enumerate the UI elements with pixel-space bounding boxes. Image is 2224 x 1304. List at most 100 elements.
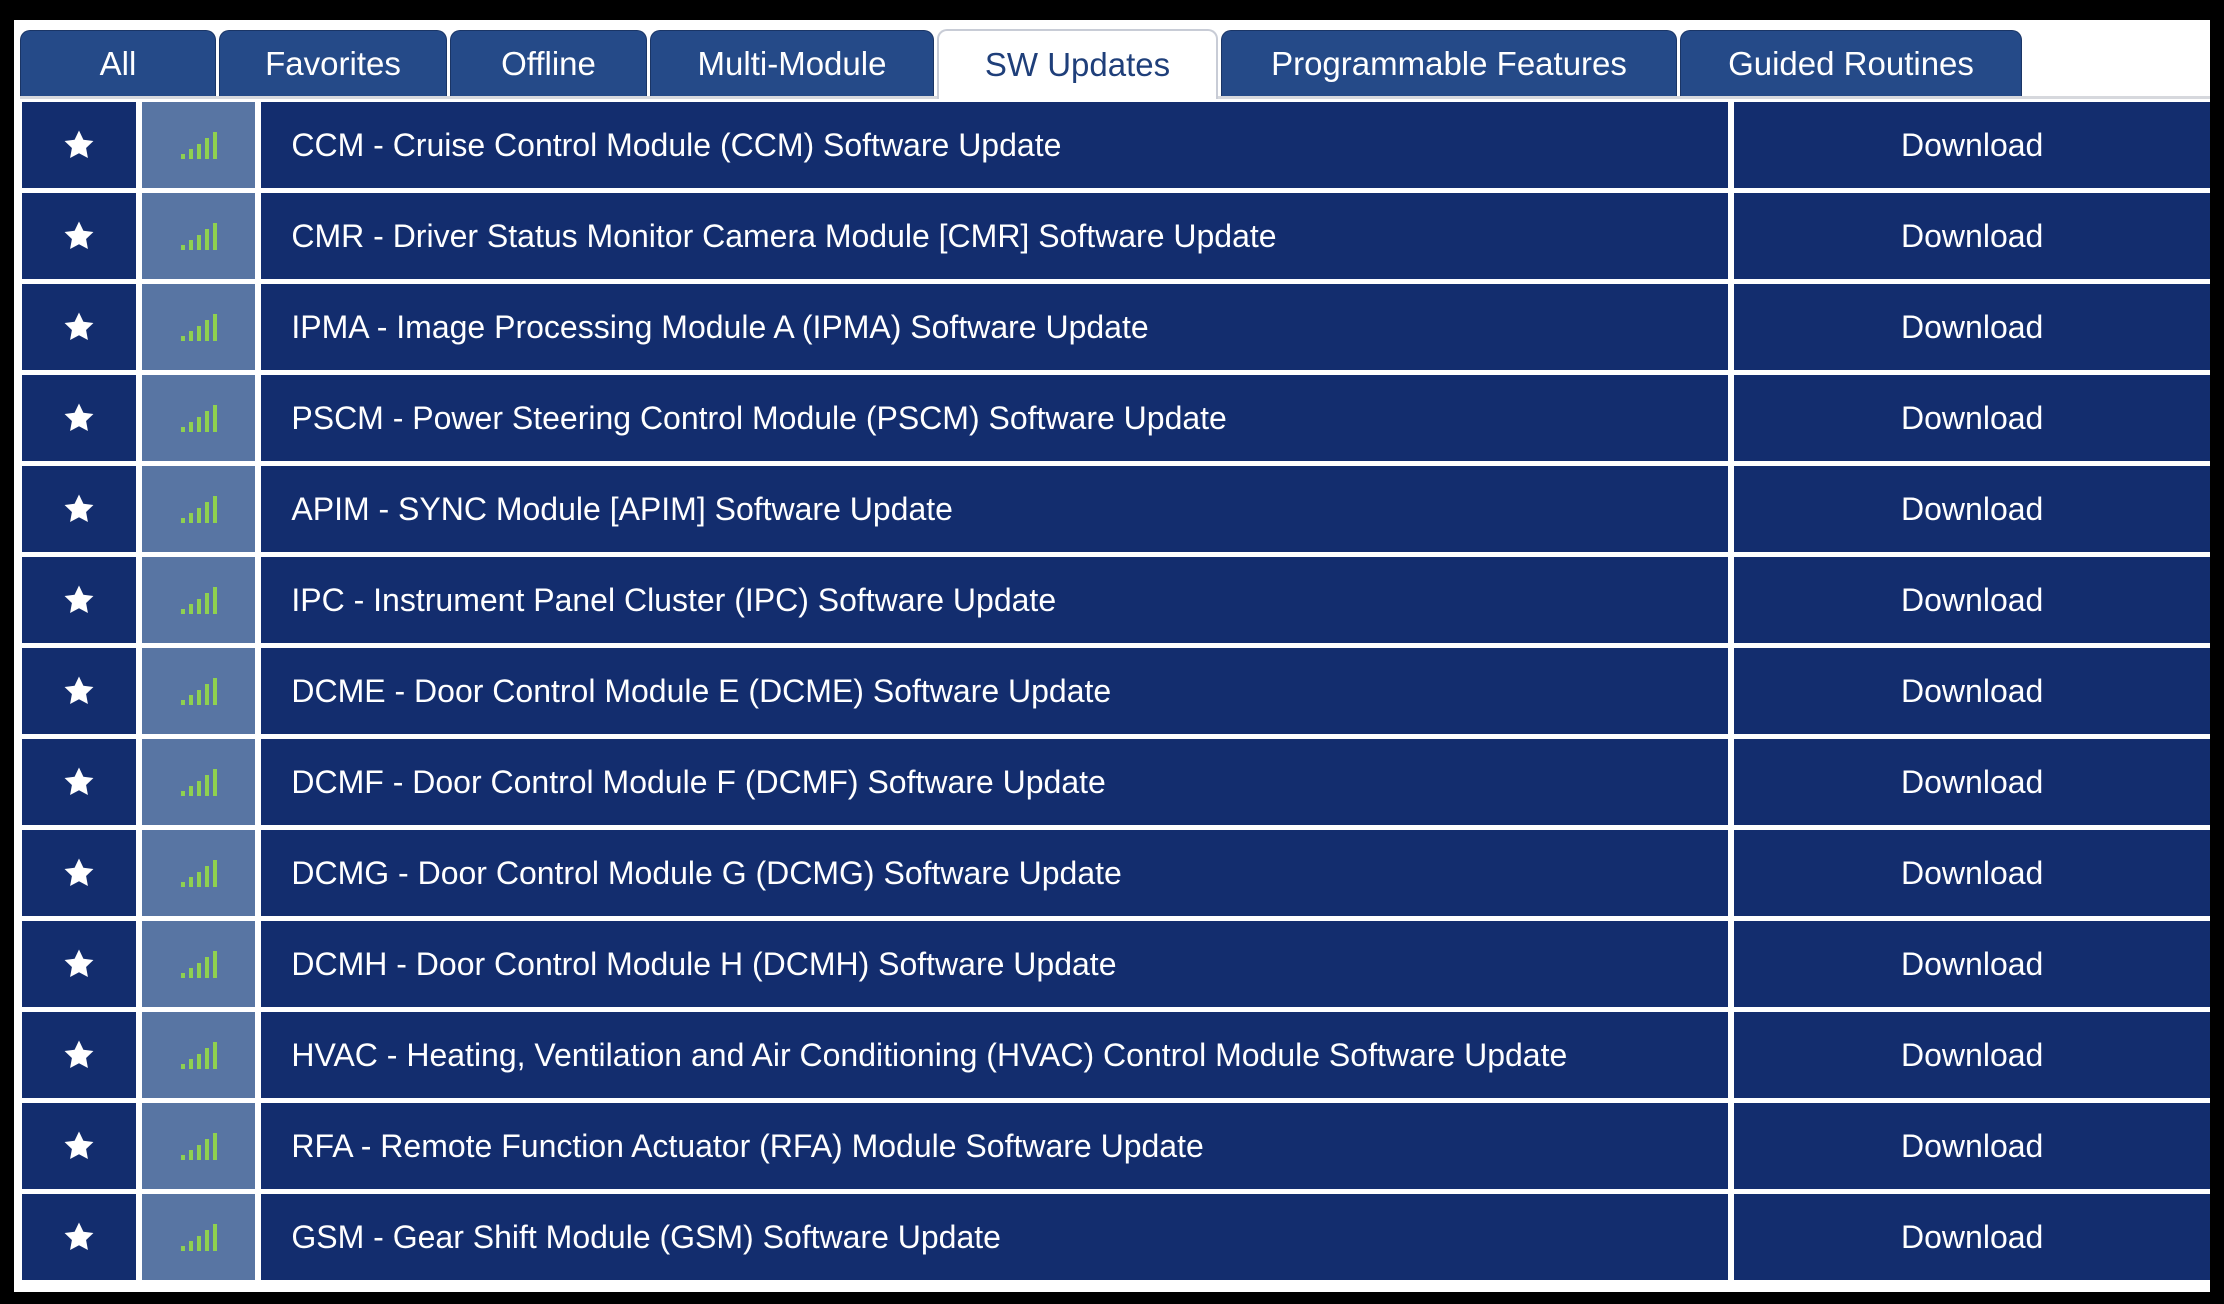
- signal-cell: [141, 284, 256, 370]
- tab-all[interactable]: All: [20, 30, 216, 96]
- star-icon: [61, 1038, 97, 1072]
- favorite-toggle[interactable]: [22, 648, 136, 734]
- star-icon: [61, 583, 97, 617]
- download-button[interactable]: Download: [1734, 284, 2210, 370]
- signal-strength-icon: [180, 403, 218, 433]
- favorite-toggle[interactable]: [22, 375, 136, 461]
- star-icon: [61, 492, 97, 526]
- tab-multi-module[interactable]: Multi-Module: [650, 30, 934, 96]
- star-icon: [61, 765, 97, 799]
- favorite-toggle[interactable]: [22, 284, 136, 370]
- signal-strength-icon: [180, 312, 218, 342]
- favorite-toggle[interactable]: [22, 739, 136, 825]
- signal-strength-icon: [180, 494, 218, 524]
- favorite-toggle[interactable]: [22, 1103, 136, 1189]
- module-update-name[interactable]: DCMH - Door Control Module H (DCMH) Soft…: [261, 921, 1729, 1007]
- star-icon: [61, 1220, 97, 1254]
- favorite-toggle[interactable]: [22, 193, 136, 279]
- list-item: CCM - Cruise Control Module (CCM) Softwa…: [22, 102, 2210, 188]
- download-button[interactable]: Download: [1734, 193, 2210, 279]
- download-button[interactable]: Download: [1734, 466, 2210, 552]
- signal-cell: [141, 648, 256, 734]
- module-update-name[interactable]: HVAC - Heating, Ventilation and Air Cond…: [261, 1012, 1729, 1098]
- favorite-toggle[interactable]: [22, 1012, 136, 1098]
- signal-strength-icon: [180, 858, 218, 888]
- favorite-toggle[interactable]: [22, 557, 136, 643]
- tab-sw-updates[interactable]: SW Updates: [937, 29, 1218, 99]
- favorite-toggle[interactable]: [22, 1194, 136, 1280]
- module-update-name[interactable]: APIM - SYNC Module [APIM] Software Updat…: [261, 466, 1729, 552]
- list-item: DCME - Door Control Module E (DCME) Soft…: [22, 648, 2210, 734]
- favorite-toggle[interactable]: [22, 830, 136, 916]
- list-item: CMR - Driver Status Monitor Camera Modul…: [22, 193, 2210, 279]
- favorite-toggle[interactable]: [22, 102, 136, 188]
- module-update-name[interactable]: CMR - Driver Status Monitor Camera Modul…: [261, 193, 1729, 279]
- download-button[interactable]: Download: [1734, 557, 2210, 643]
- star-icon: [61, 310, 97, 344]
- module-update-name[interactable]: DCMF - Door Control Module F (DCMF) Soft…: [261, 739, 1729, 825]
- signal-strength-icon: [180, 1131, 218, 1161]
- signal-strength-icon: [180, 130, 218, 160]
- signal-cell: [141, 1012, 256, 1098]
- signal-strength-icon: [180, 585, 218, 615]
- module-update-name[interactable]: CCM - Cruise Control Module (CCM) Softwa…: [261, 102, 1729, 188]
- favorite-toggle[interactable]: [22, 466, 136, 552]
- download-button[interactable]: Download: [1734, 375, 2210, 461]
- signal-strength-icon: [180, 676, 218, 706]
- download-button[interactable]: Download: [1734, 102, 2210, 188]
- tab-favorites[interactable]: Favorites: [219, 30, 447, 96]
- star-icon: [61, 674, 97, 708]
- list-item: IPC - Instrument Panel Cluster (IPC) Sof…: [22, 557, 2210, 643]
- module-update-name[interactable]: DCME - Door Control Module E (DCME) Soft…: [261, 648, 1729, 734]
- signal-strength-icon: [180, 1040, 218, 1070]
- list-item: DCMH - Door Control Module H (DCMH) Soft…: [22, 921, 2210, 1007]
- signal-strength-icon: [180, 949, 218, 979]
- signal-cell: [141, 1194, 256, 1280]
- module-update-name[interactable]: DCMG - Door Control Module G (DCMG) Soft…: [261, 830, 1729, 916]
- star-icon: [61, 1129, 97, 1163]
- star-icon: [61, 856, 97, 890]
- list-item: HVAC - Heating, Ventilation and Air Cond…: [22, 1012, 2210, 1098]
- download-button[interactable]: Download: [1734, 830, 2210, 916]
- download-button[interactable]: Download: [1734, 739, 2210, 825]
- signal-cell: [141, 557, 256, 643]
- star-icon: [61, 128, 97, 162]
- star-icon: [61, 219, 97, 253]
- module-update-name[interactable]: GSM - Gear Shift Module (GSM) Software U…: [261, 1194, 1729, 1280]
- list-item: GSM - Gear Shift Module (GSM) Software U…: [22, 1194, 2210, 1280]
- tab-programmable-features[interactable]: Programmable Features: [1221, 30, 1677, 96]
- signal-strength-icon: [180, 767, 218, 797]
- signal-strength-icon: [180, 221, 218, 251]
- download-button[interactable]: Download: [1734, 648, 2210, 734]
- module-update-name[interactable]: IPC - Instrument Panel Cluster (IPC) Sof…: [261, 557, 1729, 643]
- list-item: APIM - SYNC Module [APIM] Software Updat…: [22, 466, 2210, 552]
- tab-bar: All Favorites Offline Multi-Module SW Up…: [20, 26, 2210, 99]
- signal-cell: [141, 193, 256, 279]
- module-update-name[interactable]: IPMA - Image Processing Module A (IPMA) …: [261, 284, 1729, 370]
- signal-cell: [141, 830, 256, 916]
- sw-update-list: CCM - Cruise Control Module (CCM) Softwa…: [22, 102, 2210, 1285]
- app-frame: All Favorites Offline Multi-Module SW Up…: [14, 20, 2210, 1292]
- list-item: PSCM - Power Steering Control Module (PS…: [22, 375, 2210, 461]
- download-button[interactable]: Download: [1734, 921, 2210, 1007]
- list-item: IPMA - Image Processing Module A (IPMA) …: [22, 284, 2210, 370]
- list-item: RFA - Remote Function Actuator (RFA) Mod…: [22, 1103, 2210, 1189]
- download-button[interactable]: Download: [1734, 1103, 2210, 1189]
- download-button[interactable]: Download: [1734, 1012, 2210, 1098]
- list-item: DCMG - Door Control Module G (DCMG) Soft…: [22, 830, 2210, 916]
- favorite-toggle[interactable]: [22, 921, 136, 1007]
- signal-cell: [141, 375, 256, 461]
- signal-cell: [141, 739, 256, 825]
- download-button[interactable]: Download: [1734, 1194, 2210, 1280]
- module-update-name[interactable]: RFA - Remote Function Actuator (RFA) Mod…: [261, 1103, 1729, 1189]
- signal-cell: [141, 1103, 256, 1189]
- signal-strength-icon: [180, 1222, 218, 1252]
- tab-offline[interactable]: Offline: [450, 30, 647, 96]
- tab-guided-routines[interactable]: Guided Routines: [1680, 30, 2022, 96]
- list-item: DCMF - Door Control Module F (DCMF) Soft…: [22, 739, 2210, 825]
- signal-cell: [141, 921, 256, 1007]
- signal-cell: [141, 466, 256, 552]
- star-icon: [61, 401, 97, 435]
- module-update-name[interactable]: PSCM - Power Steering Control Module (PS…: [261, 375, 1729, 461]
- star-icon: [61, 947, 97, 981]
